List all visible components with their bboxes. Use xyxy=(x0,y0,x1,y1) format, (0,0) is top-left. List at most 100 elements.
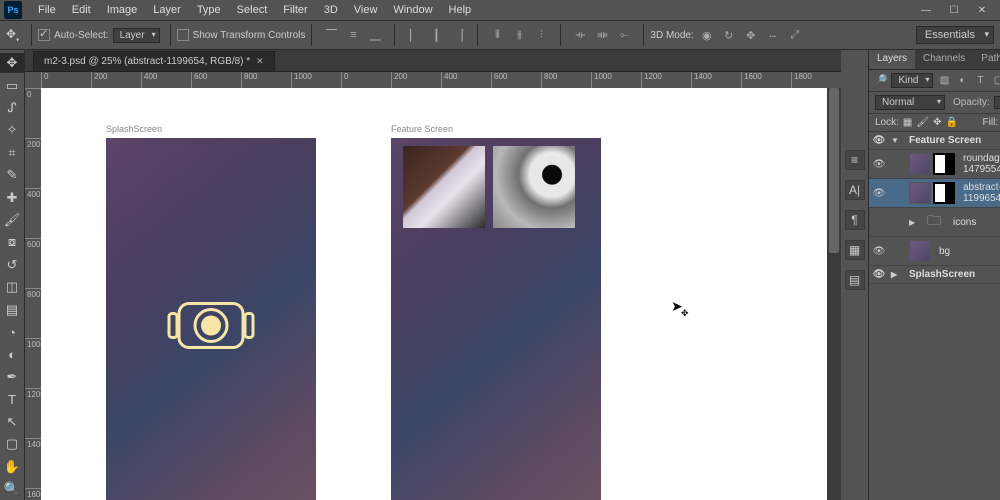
healing-tool[interactable]: ✚ xyxy=(0,187,24,207)
layer-mask[interactable] xyxy=(933,182,955,204)
move-tool[interactable]: ✥ xyxy=(0,53,24,73)
show-transform-checkbox[interactable] xyxy=(177,29,189,41)
visibility-icon[interactable]: 👁 xyxy=(871,188,887,199)
stamp-tool[interactable]: ⧇ xyxy=(0,232,24,252)
tab-layers[interactable]: Layers xyxy=(869,50,915,69)
tab-channels[interactable]: Channels xyxy=(915,50,973,69)
visibility-icon[interactable]: 👁 xyxy=(871,159,887,170)
lock-all-icon[interactable]: 🔒 xyxy=(945,117,957,128)
lock-position-icon[interactable]: ✥ xyxy=(933,117,941,128)
menu-select[interactable]: Select xyxy=(229,2,276,18)
lasso-tool[interactable]: ᔑ xyxy=(0,98,24,118)
close-icon[interactable]: ✕ xyxy=(970,3,994,17)
lock-transparency-icon[interactable]: ▦ xyxy=(903,117,912,128)
align-left-icon[interactable]: ▏ xyxy=(405,26,423,44)
type-tool[interactable]: T xyxy=(0,389,24,409)
auto-select-target-dropdown[interactable]: Layer xyxy=(113,28,160,43)
layer-thumbnail[interactable] xyxy=(909,182,931,204)
canvas-scrollbar[interactable] xyxy=(827,88,841,500)
menu-image[interactable]: Image xyxy=(99,2,146,18)
character-panel-icon[interactable]: A| xyxy=(845,180,865,200)
filter-pixel-icon[interactable]: ▧ xyxy=(937,74,951,88)
visibility-icon[interactable]: 👁 xyxy=(871,269,887,280)
layer-mask[interactable] xyxy=(933,153,955,175)
layer-name[interactable]: SplashScreen xyxy=(905,269,1000,280)
crop-tool[interactable]: ⌗ xyxy=(0,143,24,163)
paragraph-panel-icon[interactable]: ¶ xyxy=(845,210,865,230)
layer-group[interactable]: 👁 ▶ SplashScreen xyxy=(869,266,1000,284)
distribute-hcenter-icon[interactable]: ⟚ xyxy=(593,26,611,44)
filter-kind-dropdown[interactable]: Kind xyxy=(891,73,933,88)
filter-type-icon[interactable]: T xyxy=(973,74,987,88)
marquee-tool[interactable]: ▭ xyxy=(0,75,24,95)
layer-name[interactable]: bg xyxy=(935,246,1000,257)
visibility-icon[interactable]: 👁 xyxy=(871,135,887,146)
artboard-splashscreen[interactable]: SplashScreen xyxy=(106,138,316,500)
document-tab[interactable]: m2-3.psd @ 25% (abstract-1199654, RGB/8)… xyxy=(33,51,275,71)
menu-3d[interactable]: 3D xyxy=(316,2,346,18)
layer-thumbnail[interactable] xyxy=(909,153,931,175)
filter-adjust-icon[interactable]: ◐ xyxy=(955,74,969,88)
chevron-right-icon[interactable]: ▶ xyxy=(891,270,901,279)
menu-view[interactable]: View xyxy=(346,2,386,18)
opacity-value[interactable]: 100% xyxy=(994,96,1000,109)
orbit-icon[interactable]: ◉ xyxy=(698,26,716,44)
roll-icon[interactable]: ↻ xyxy=(720,26,738,44)
swatches-panel-icon[interactable]: ▦ xyxy=(845,240,865,260)
eraser-tool[interactable]: ◫ xyxy=(0,277,24,297)
menu-layer[interactable]: Layer xyxy=(145,2,189,18)
tab-paths[interactable]: Paths xyxy=(973,50,1000,69)
dodge-tool[interactable]: ◐ xyxy=(0,344,24,364)
minimize-icon[interactable]: — xyxy=(914,3,938,17)
menu-edit[interactable]: Edit xyxy=(64,2,99,18)
chevron-down-icon[interactable]: ▼ xyxy=(891,136,901,145)
shape-tool[interactable]: ▢ xyxy=(0,434,24,454)
canvas[interactable]: SplashScreen xyxy=(41,88,841,500)
layer-item[interactable]: 👁 roundaglow-1479554 xyxy=(869,150,1000,179)
layer-group[interactable]: 👁 ▼ Feature Screen xyxy=(869,132,1000,150)
layer-item[interactable]: 👁 abstract-1199654 xyxy=(869,179,1000,208)
filter-shape-icon[interactable]: ▢ xyxy=(991,74,1000,88)
pan-icon[interactable]: ✥ xyxy=(742,26,760,44)
menu-window[interactable]: Window xyxy=(385,2,440,18)
path-tool[interactable]: ↖ xyxy=(0,412,24,432)
align-right-icon[interactable]: ▕ xyxy=(449,26,467,44)
eyedropper-tool[interactable]: ✎ xyxy=(0,165,24,185)
slide-icon[interactable]: ↔ xyxy=(764,26,782,44)
layer-name[interactable]: abstract-1199654 xyxy=(959,182,1000,204)
blur-tool[interactable]: ◔ xyxy=(0,322,24,342)
pen-tool[interactable]: ✒ xyxy=(0,367,24,387)
layer-name[interactable]: icons xyxy=(949,217,1000,228)
menu-help[interactable]: Help xyxy=(441,2,480,18)
layer-group[interactable]: ▶ 🗀 icons 🔒 xyxy=(869,208,1000,237)
gradient-tool[interactable]: ▤ xyxy=(0,299,24,319)
layer-name[interactable]: Feature Screen xyxy=(905,135,1000,146)
lock-pixels-icon[interactable]: 🖌 xyxy=(916,117,929,128)
layer-thumbnail[interactable] xyxy=(909,240,931,262)
blend-mode-dropdown[interactable]: Normal xyxy=(875,95,945,110)
tab-close-icon[interactable]: ✕ xyxy=(256,56,264,67)
menu-file[interactable]: File xyxy=(30,2,64,18)
visibility-icon[interactable]: 👁 xyxy=(871,246,887,257)
distribute-right-icon[interactable]: ⟜ xyxy=(615,26,633,44)
menu-filter[interactable]: Filter xyxy=(275,2,315,18)
menu-type[interactable]: Type xyxy=(189,2,229,18)
distribute-top-icon[interactable]: ⫴ xyxy=(488,26,506,44)
maximize-icon[interactable]: ☐ xyxy=(942,3,966,17)
workspace-dropdown[interactable]: Essentials xyxy=(916,26,994,44)
artboard-feature[interactable]: Feature Screen xyxy=(391,138,601,500)
chevron-right-icon[interactable]: ▶ xyxy=(909,218,919,227)
align-bottom-icon[interactable]: ⎽ xyxy=(366,26,384,44)
layer-name[interactable]: roundaglow-1479554 xyxy=(959,153,1000,175)
styles-panel-icon[interactable]: ▤ xyxy=(845,270,865,290)
wand-tool[interactable]: ✧ xyxy=(0,120,24,140)
align-hcenter-icon[interactable]: ┃ xyxy=(427,26,445,44)
align-vcenter-icon[interactable]: ≡ xyxy=(344,26,362,44)
history-brush-tool[interactable]: ↺ xyxy=(0,255,24,275)
scale-icon[interactable]: ⤢ xyxy=(786,26,804,44)
brush-tool[interactable]: 🖌 xyxy=(0,210,24,230)
distribute-bottom-icon[interactable]: ⫶ xyxy=(532,26,550,44)
align-top-icon[interactable]: ⎺ xyxy=(322,26,340,44)
layer-item[interactable]: 👁 bg 🔒 xyxy=(869,237,1000,266)
hand-tool[interactable]: ✋ xyxy=(0,456,24,476)
